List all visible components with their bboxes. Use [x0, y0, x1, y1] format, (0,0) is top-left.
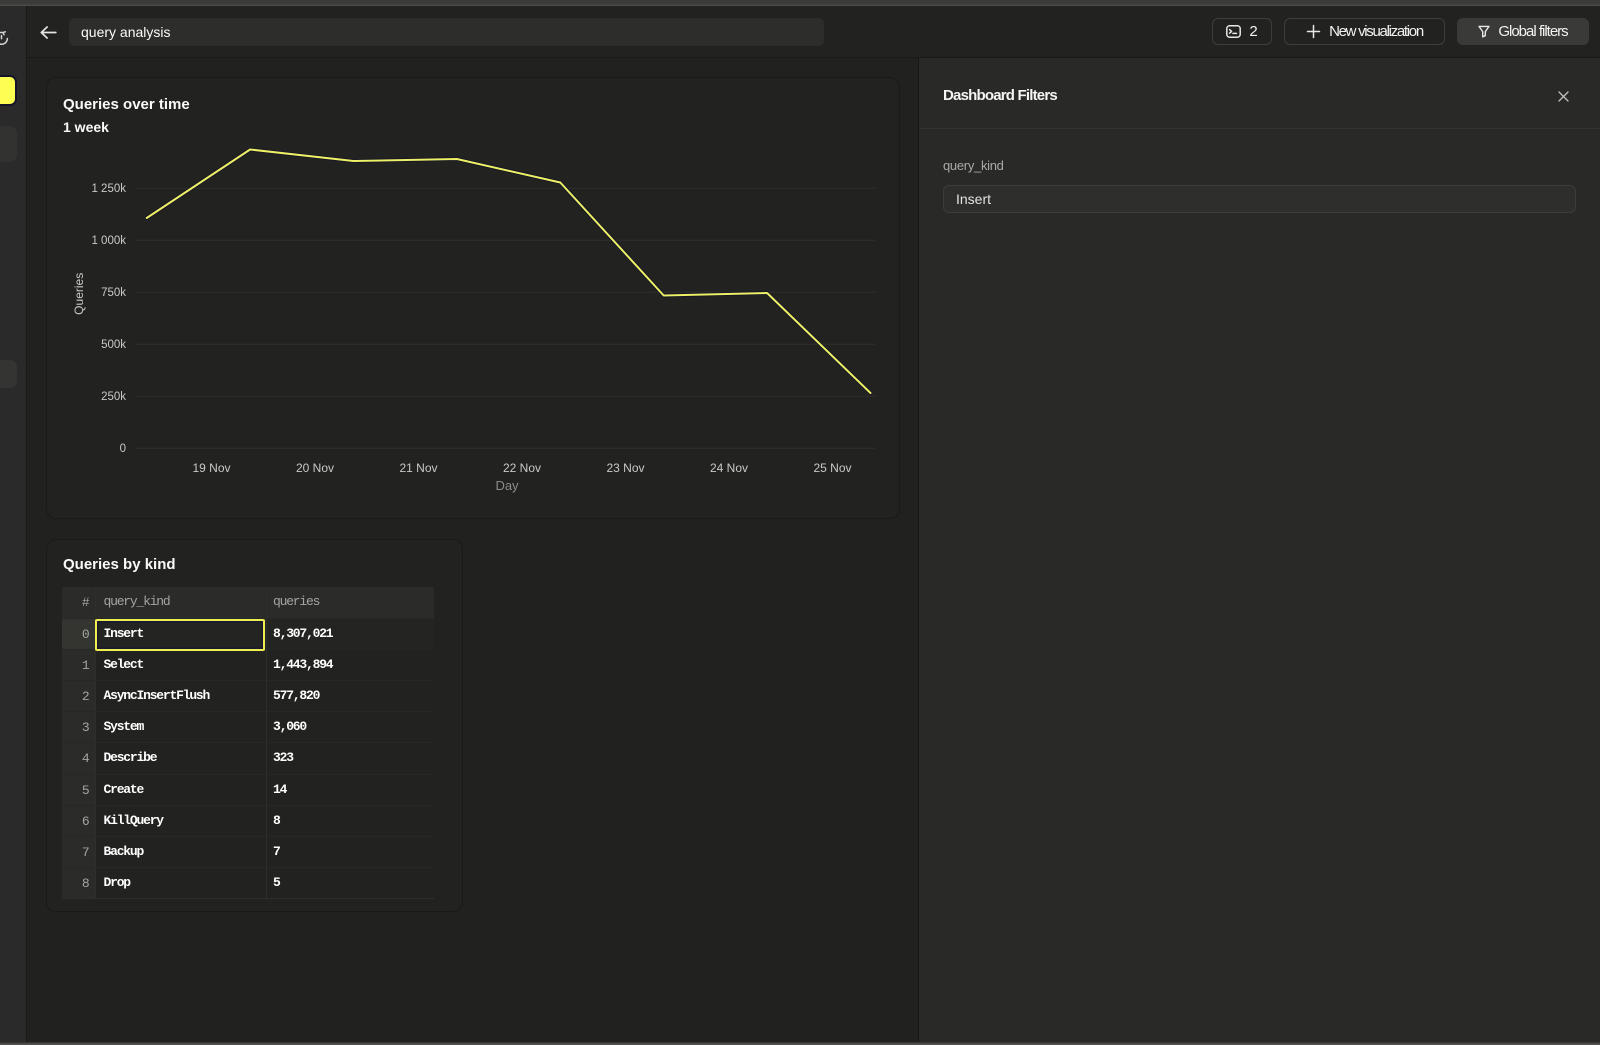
svg-text:20 Nov: 20 Nov: [296, 461, 334, 475]
svg-text:Day: Day: [495, 478, 519, 493]
svg-text:24 Nov: 24 Nov: [710, 461, 748, 475]
svg-text:21 Nov: 21 Nov: [399, 461, 437, 475]
svg-text:1 000k: 1 000k: [91, 235, 126, 247]
svg-text:22 Nov: 22 Nov: [503, 461, 541, 475]
svg-text:19 Nov: 19 Nov: [192, 461, 230, 475]
svg-text:1 250k: 1 250k: [91, 183, 126, 195]
svg-text:250k: 250k: [101, 391, 126, 403]
svg-text:500k: 500k: [101, 339, 126, 351]
svg-text:Queries: Queries: [72, 273, 86, 315]
svg-text:0: 0: [120, 443, 126, 455]
svg-text:25 Nov: 25 Nov: [813, 461, 851, 475]
svg-text:23 Nov: 23 Nov: [606, 461, 644, 475]
svg-text:750k: 750k: [101, 287, 126, 299]
